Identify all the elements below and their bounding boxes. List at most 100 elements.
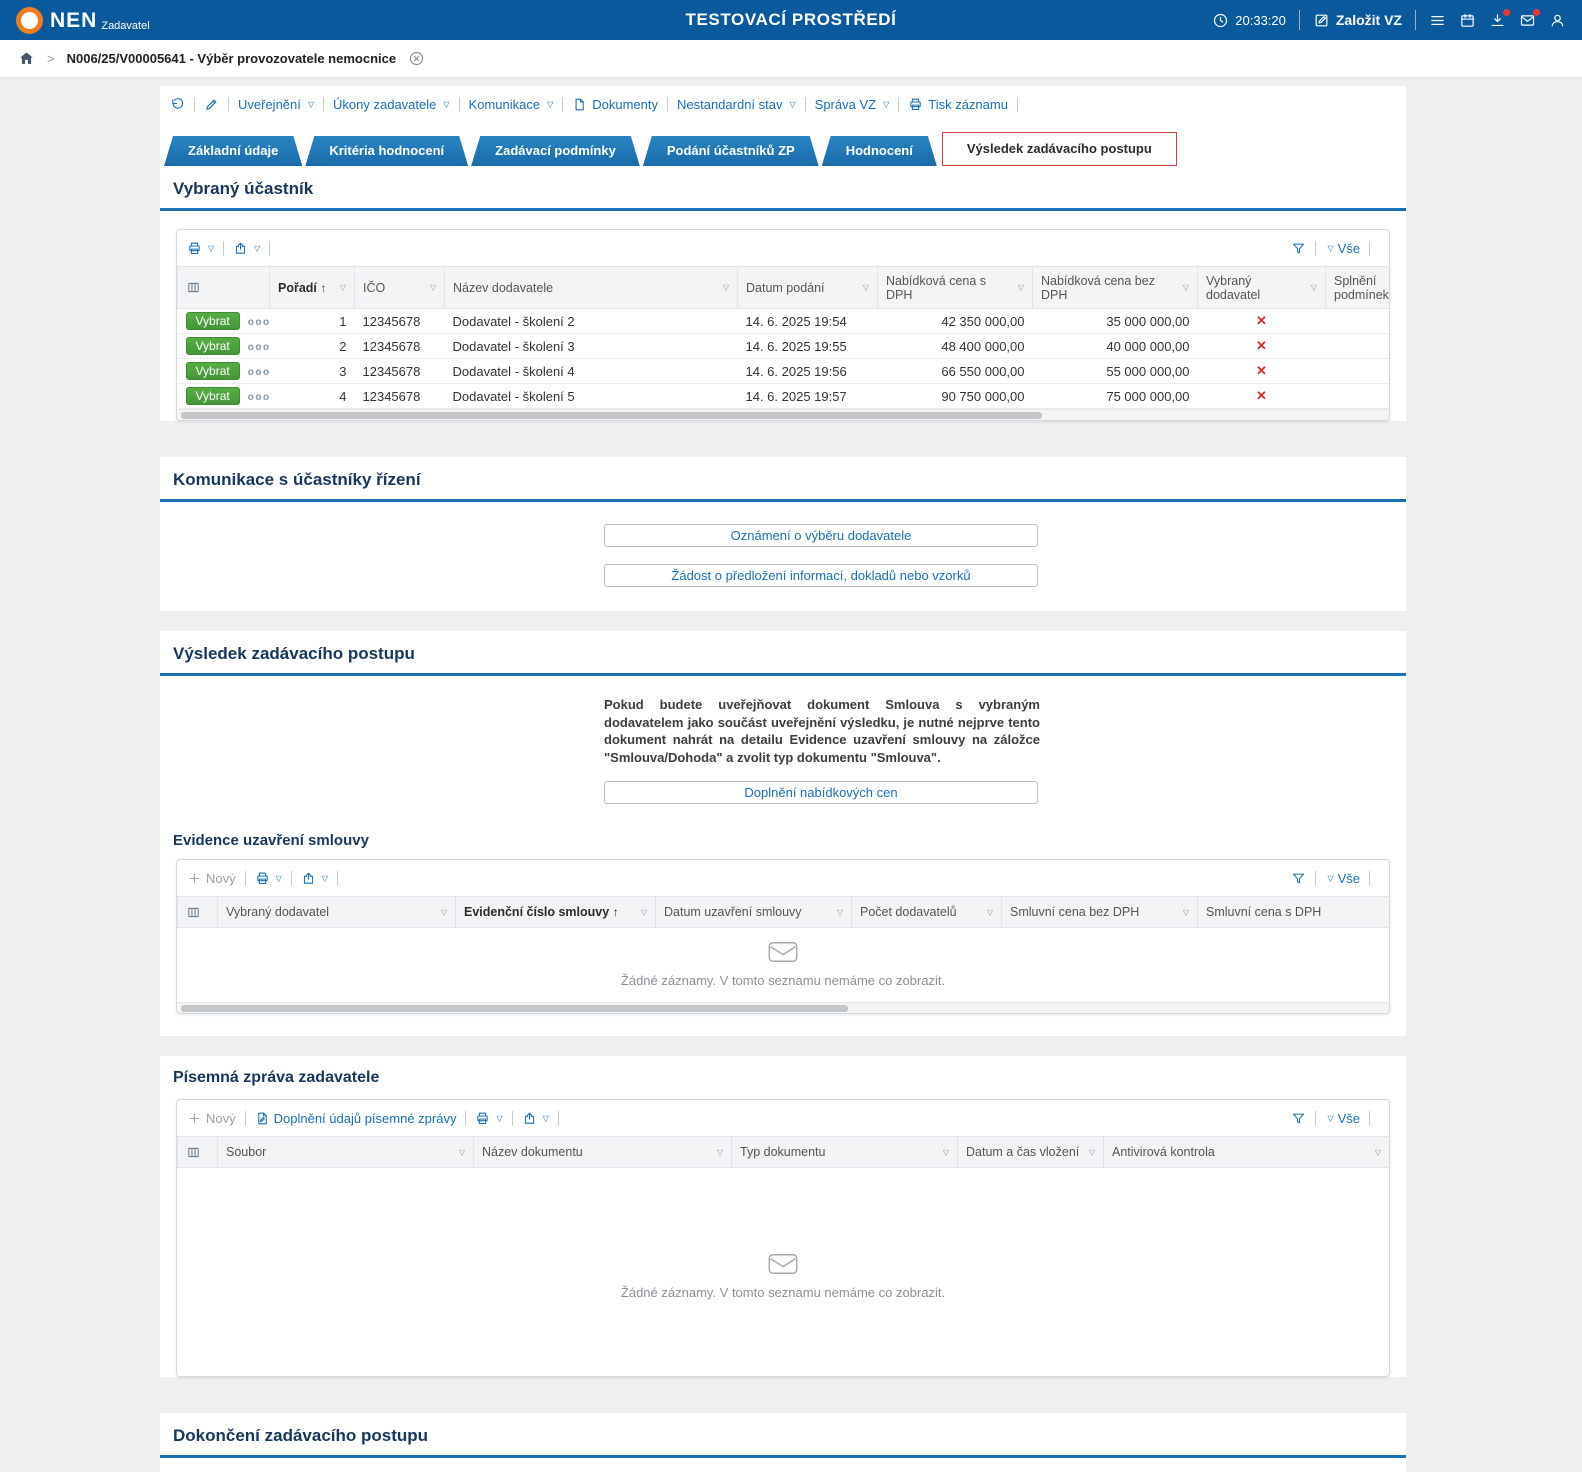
tab-hodnoceni[interactable]: Hodnocení: [822, 136, 937, 166]
doplneni-udaju-button[interactable]: Doplnění údajů písemné zprávy: [255, 1111, 457, 1126]
grid-print-button[interactable]: ▽: [187, 241, 214, 256]
grid-show-all-button[interactable]: ▽Vše: [1325, 871, 1360, 886]
col-header-poradi[interactable]: Pořadí ↑▽: [270, 267, 355, 309]
select-supplier-button[interactable]: Vybrat: [186, 337, 240, 355]
grid-export-button[interactable]: ▽: [233, 241, 260, 256]
grid-export-button[interactable]: ▽: [301, 871, 328, 886]
filter-dropdown-icon[interactable]: ▽: [1183, 283, 1189, 292]
zadost-o-predlozeni-button[interactable]: Žádost o předložení informací, dokladů n…: [604, 564, 1038, 587]
col-header-nazev-dokumentu[interactable]: Název dokumentu▽: [474, 1137, 732, 1168]
menu-dokumenty[interactable]: Dokumenty: [572, 97, 658, 112]
row-menu-button[interactable]: ooo: [248, 317, 270, 328]
filter-dropdown-icon[interactable]: ▽: [863, 283, 869, 292]
create-vz-button[interactable]: Založit VZ: [1313, 12, 1402, 29]
filter-dropdown-icon[interactable]: ▽: [987, 908, 993, 917]
new-record-button[interactable]: Nový: [187, 871, 236, 886]
col-header-datum-podani[interactable]: Datum podání▽: [738, 267, 878, 309]
filter-dropdown-icon[interactable]: ▽: [1375, 1148, 1381, 1157]
col-header-vybrany-dodavatel[interactable]: Vybraný dodavatel▽: [1198, 267, 1326, 309]
calendar-button[interactable]: [1459, 12, 1476, 29]
menu-uverejneni[interactable]: Uveřejnění▽: [238, 97, 314, 112]
tab-kriteria-hodnoceni[interactable]: Kritéria hodnocení: [305, 136, 468, 166]
home-button[interactable]: [18, 50, 35, 67]
filter-dropdown-icon[interactable]: ▽: [430, 283, 436, 292]
menu-ukony-zadavatele[interactable]: Úkony zadavatele▽: [333, 97, 450, 112]
oznameni-o-vyberu-button[interactable]: Oznámení o výběru dodavatele: [604, 524, 1038, 547]
grid-filter-button[interactable]: [1291, 871, 1306, 886]
select-supplier-button[interactable]: Vybrat: [186, 362, 240, 380]
table-row[interactable]: Vybratooo 1 12345678 Dodavatel - školení…: [178, 309, 1390, 334]
column-chooser-header[interactable]: [178, 1137, 218, 1168]
col-header-soubor[interactable]: Soubor▽: [218, 1137, 474, 1168]
grid-filter-button[interactable]: [1291, 1111, 1306, 1126]
menu-nestandardni-stav[interactable]: Nestandardní stav▽: [677, 97, 796, 112]
profile-button[interactable]: [1549, 12, 1566, 29]
col-header-smluvni-cena-s[interactable]: Smluvní cena s DPH: [1198, 897, 1390, 928]
filter-dropdown-icon[interactable]: ▽: [340, 283, 346, 292]
filter-dropdown-icon[interactable]: ▽: [837, 908, 843, 917]
filter-dropdown-icon[interactable]: ▽: [943, 1148, 949, 1157]
horizontal-scrollbar[interactable]: [177, 409, 1389, 420]
scrollbar-thumb[interactable]: [181, 1005, 848, 1012]
close-record-button[interactable]: [408, 50, 425, 67]
row-menu-button[interactable]: ooo: [248, 392, 270, 403]
messages-button[interactable]: [1519, 12, 1536, 29]
table-row[interactable]: Vybratooo 2 12345678 Dodavatel - školení…: [178, 334, 1390, 359]
app-brand[interactable]: NEN Zadavatel: [16, 7, 150, 34]
col-header-cena-s-dph[interactable]: Nabídková cena s DPH▽: [878, 267, 1033, 309]
filter-dropdown-icon[interactable]: ▽: [1089, 1148, 1095, 1157]
grid-show-all-button[interactable]: ▽Vše: [1325, 241, 1360, 256]
filter-dropdown-icon[interactable]: ▽: [459, 1148, 465, 1157]
col-header-vybrany-dodavatel[interactable]: Vybraný dodavatel▽: [218, 897, 456, 928]
select-supplier-button[interactable]: Vybrat: [186, 387, 240, 405]
col-header-nazev-dodavatele[interactable]: Název dodavatele▽: [445, 267, 738, 309]
table-row[interactable]: Vybratooo 4 12345678 Dodavatel - školení…: [178, 384, 1390, 409]
col-header-datum-vlozeni[interactable]: Datum a čas vložení▽: [958, 1137, 1104, 1168]
column-chooser-header[interactable]: [178, 897, 218, 928]
col-header-cena-bez-dph[interactable]: Nabídková cena bez DPH▽: [1033, 267, 1198, 309]
table-row[interactable]: Vybratooo 3 12345678 Dodavatel - školení…: [178, 359, 1390, 384]
grid-print-button[interactable]: ▽: [475, 1111, 502, 1126]
grid-print-button[interactable]: ▽: [255, 871, 282, 886]
col-header-datum-uzavreni[interactable]: Datum uzavření smlouvy▽: [656, 897, 852, 928]
doplneni-nabidkovych-cen-button[interactable]: Doplnění nabídkových cen: [604, 781, 1038, 804]
record-title[interactable]: N006/25/V00005641 - Výběr provozovatele …: [67, 51, 397, 66]
select-supplier-button[interactable]: Vybrat: [186, 312, 240, 330]
row-menu-button[interactable]: ooo: [248, 342, 270, 353]
menu-komunikace[interactable]: Komunikace▽: [469, 97, 554, 112]
col-header-splneni-podminek[interactable]: Splnění podmínek: [1326, 267, 1390, 309]
col-header-pocet-dodavatelu[interactable]: Počet dodavatelů▽: [852, 897, 1002, 928]
edit-button[interactable]: [204, 97, 219, 112]
col-header-smluvni-cena-bez[interactable]: Smluvní cena bez DPH▽: [1002, 897, 1198, 928]
filter-dropdown-icon[interactable]: ▽: [723, 283, 729, 292]
filter-dropdown-icon[interactable]: ▽: [441, 908, 447, 917]
row-menu-button[interactable]: ooo: [248, 367, 270, 378]
tab-zakladni-udaje[interactable]: Základní údaje: [164, 136, 302, 166]
grid-export-button[interactable]: ▽: [522, 1111, 549, 1126]
col-header-evidencni-cislo[interactable]: Evidenční číslo smlouvy ↑▽: [456, 897, 656, 928]
filter-dropdown-icon[interactable]: ▽: [641, 908, 647, 917]
filter-dropdown-icon[interactable]: ▽: [1311, 283, 1317, 292]
grid-filter-button[interactable]: [1291, 241, 1306, 256]
col-header-ico[interactable]: IČO▽: [355, 267, 445, 309]
filter-dropdown-icon[interactable]: ▽: [717, 1148, 723, 1157]
tab-vysledek-zadavaciho-postupu[interactable]: Výsledek zadávacího postupu: [942, 132, 1177, 166]
history-button[interactable]: [170, 97, 185, 112]
divider: [1315, 241, 1316, 256]
col-header-antivirova-kontrola[interactable]: Antivirová kontrola▽: [1104, 1137, 1390, 1168]
menu-sprava-vz[interactable]: Správa VZ▽: [815, 97, 890, 112]
tab-podani-ucastniku[interactable]: Podání účastníků ZP: [643, 136, 819, 166]
print-record-button[interactable]: Tisk záznamu: [908, 97, 1008, 112]
main-menu-button[interactable]: [1429, 12, 1446, 29]
downloads-button[interactable]: [1489, 12, 1506, 29]
column-chooser-header[interactable]: [178, 267, 270, 309]
col-header-typ-dokumentu[interactable]: Typ dokumentu▽: [732, 1137, 958, 1168]
filter-dropdown-icon[interactable]: ▽: [1018, 283, 1024, 292]
chevron-down-icon: ▽: [543, 1114, 549, 1123]
tab-zadavaci-podminky[interactable]: Zadávací podmínky: [471, 136, 640, 166]
grid-show-all-button[interactable]: ▽Vše: [1325, 1111, 1360, 1126]
filter-dropdown-icon[interactable]: ▽: [1183, 908, 1189, 917]
horizontal-scrollbar[interactable]: [177, 1002, 1389, 1013]
new-record-button[interactable]: Nový: [187, 1111, 236, 1126]
scrollbar-thumb[interactable]: [181, 412, 1042, 419]
